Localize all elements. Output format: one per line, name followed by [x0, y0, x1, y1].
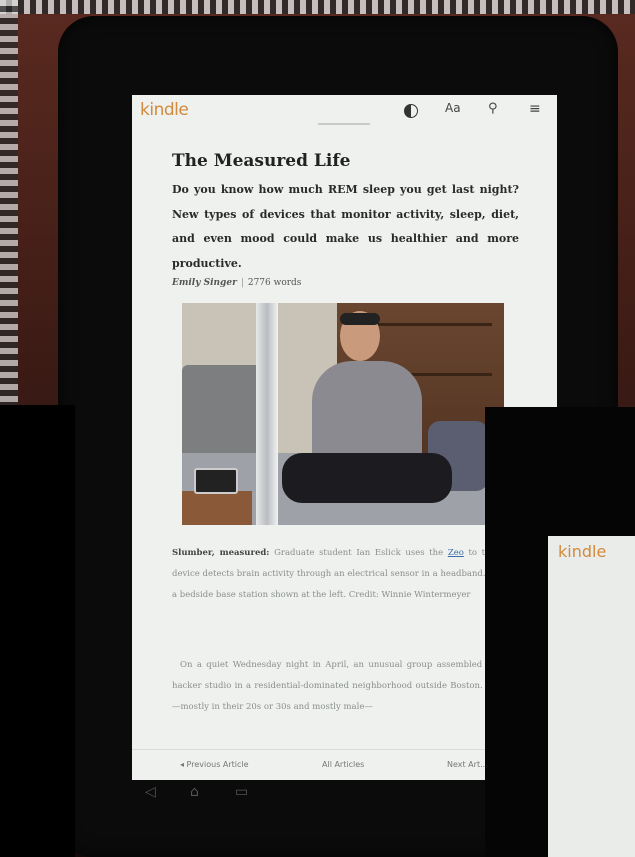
- occluding-shape-left: [0, 405, 75, 857]
- photo-nightstand: [182, 491, 252, 525]
- caption-link[interactable]: Zeo: [448, 548, 464, 558]
- system-softkeys: ◁ ⌂ ▭: [140, 784, 500, 804]
- author-name: Emily Singer: [172, 278, 237, 288]
- byline-separator: |: [240, 278, 244, 288]
- recent-apps-softkey-icon[interactable]: ▭: [235, 784, 248, 800]
- caption-lead: Slumber, measured:: [172, 548, 270, 558]
- photo-headband: [340, 313, 380, 325]
- byline: Emily Singer | 2776 words: [172, 278, 519, 288]
- second-device-screen: kindle: [548, 536, 635, 857]
- font-size-icon[interactable]: Aa: [445, 101, 461, 115]
- menu-icon[interactable]: ≡: [529, 101, 541, 117]
- article-photo: [182, 303, 504, 525]
- all-articles-button[interactable]: All Articles: [322, 760, 364, 769]
- article-dek: Do you know how much REM sleep you get l…: [172, 183, 519, 270]
- kindle-logo: kindle: [140, 100, 189, 120]
- photo-base-station: [194, 468, 238, 494]
- kindle-logo-secondary: kindle: [558, 542, 607, 561]
- photo-mirror-frame: [256, 303, 278, 525]
- home-softkey-icon[interactable]: ⌂: [190, 784, 199, 800]
- search-icon[interactable]: ⚲: [488, 101, 498, 116]
- background-pattern-left: [0, 0, 18, 420]
- photo-person-legs: [282, 453, 452, 503]
- contrast-icon[interactable]: [404, 104, 418, 118]
- previous-article-button[interactable]: ◂ Previous Article: [180, 760, 249, 769]
- word-count: 2776 words: [247, 278, 302, 288]
- back-softkey-icon[interactable]: ◁: [145, 784, 156, 800]
- article-header: The Measured Life Do you know how much R…: [172, 151, 519, 288]
- reading-progress: [318, 123, 370, 125]
- top-toolbar: kindle Aa ⚲ ≡: [132, 95, 557, 125]
- background-pattern-top: [0, 0, 635, 14]
- next-article-button[interactable]: Next Art...: [447, 760, 488, 769]
- caption-text: Graduate student Ian Eslick uses the: [274, 548, 444, 558]
- article-title: The Measured Life: [172, 151, 351, 171]
